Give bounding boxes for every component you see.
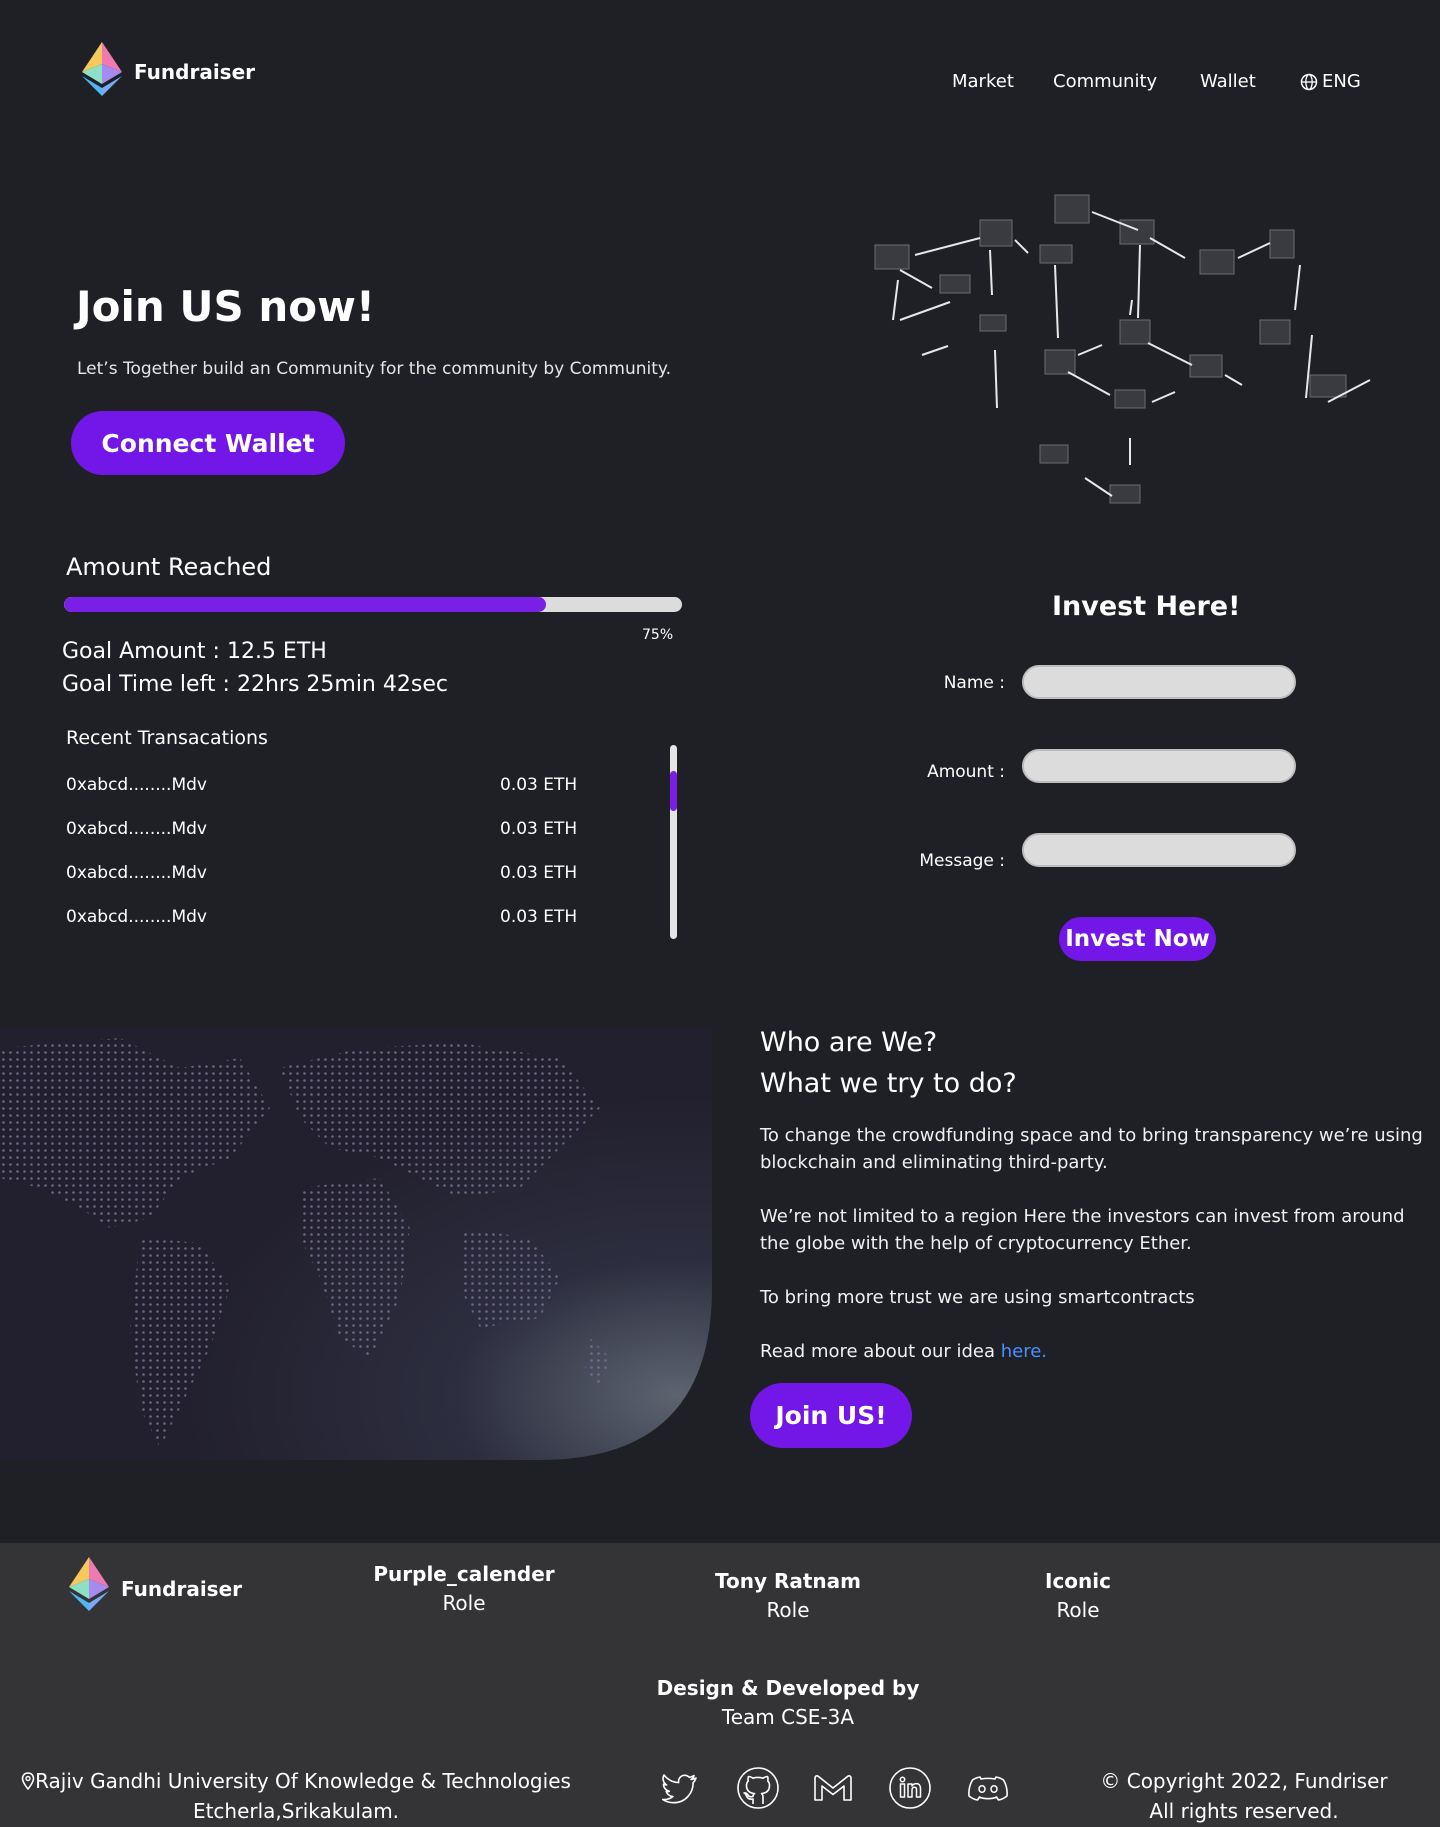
transaction-amount: 0.03 ETH <box>500 907 578 927</box>
transaction-amount: 0.03 ETH <box>500 775 578 795</box>
hero-subtitle: Let’s Together build an Community for th… <box>77 359 671 379</box>
recent-transactions-title: Recent Transacations <box>66 727 268 749</box>
invest-now-button[interactable]: Invest Now <box>1059 917 1216 961</box>
progress-bar <box>64 597 682 612</box>
team-member-name: Iconic <box>1045 1569 1111 1593</box>
blockchain-network-illustration <box>874 194 1371 504</box>
goal-time-left: Goal Time left : 22hrs 25min 42sec <box>62 672 448 697</box>
invest-form-title: Invest Here! <box>1052 591 1241 622</box>
nav-market[interactable]: Market <box>952 71 1014 92</box>
about-paragraph-1: To change the crowdfunding space and to … <box>760 1125 1423 1173</box>
name-input[interactable] <box>1022 665 1296 699</box>
about-heading-what: What we try to do? <box>760 1068 1017 1099</box>
credit-team: Team CSE-3A <box>721 1705 855 1729</box>
transaction-row: 0xabcd........Mdv 0.03 ETH <box>66 907 586 927</box>
transaction-amount: 0.03 ETH <box>500 863 578 883</box>
transaction-address[interactable]: 0xabcd........Mdv <box>66 907 207 927</box>
github-icon[interactable] <box>736 1766 780 1810</box>
amount-label: Amount : <box>927 762 1005 782</box>
address: Rajiv Gandhi University Of Knowledge & T… <box>6 1766 586 1826</box>
transaction-row: 0xabcd........Mdv 0.03 ETH <box>66 863 586 883</box>
copyright: © Copyright 2022, Fundriser All rights r… <box>1050 1766 1438 1826</box>
team-member-role: Role <box>766 1598 810 1622</box>
transaction-amount: 0.03 ETH <box>500 819 578 839</box>
nav-community[interactable]: Community <box>1053 71 1157 92</box>
read-more-link[interactable]: here. <box>1001 1341 1047 1362</box>
ethereum-logo-icon[interactable] <box>65 1555 113 1613</box>
discord-icon[interactable] <box>966 1766 1010 1810</box>
team-member-name: Purple_calender <box>373 1562 555 1586</box>
about-paragraph-2: We’re not limited to a region Here the i… <box>760 1206 1405 1254</box>
nav-wallet[interactable]: Wallet <box>1200 71 1256 92</box>
message-label: Message : <box>919 851 1005 871</box>
transaction-address[interactable]: 0xabcd........Mdv <box>66 863 207 883</box>
ethereum-logo-icon[interactable] <box>78 40 126 98</box>
team-member-role: Role <box>442 1591 486 1615</box>
progress-bar-fill <box>64 597 547 612</box>
footer-brand-name[interactable]: Fundraiser <box>121 1577 242 1601</box>
language-selector[interactable]: ENG <box>1300 71 1361 92</box>
twitter-icon[interactable] <box>658 1766 702 1810</box>
gmail-icon[interactable] <box>811 1766 855 1810</box>
name-label: Name : <box>943 673 1005 693</box>
amount-reached-title: Amount Reached <box>66 553 272 581</box>
read-more-text: Read more about our idea <box>760 1341 1001 1362</box>
copyright-line-2: All rights reserved. <box>1149 1799 1339 1823</box>
about-paragraph-3: To bring more trust we are using smartco… <box>760 1287 1195 1308</box>
language-label: ENG <box>1322 71 1361 92</box>
transaction-row: 0xabcd........Mdv 0.03 ETH <box>66 775 586 795</box>
world-map-illustration <box>0 1028 712 1460</box>
transactions-scrollbar-thumb[interactable] <box>670 771 677 811</box>
location-pin-icon <box>21 1772 35 1791</box>
about-heading-who: Who are We? <box>760 1027 938 1058</box>
address-line-2: Etcherla,Srikakulam. <box>192 1799 400 1823</box>
about-paragraph-4: Read more about our idea here. <box>760 1338 1435 1365</box>
address-line-1: Rajiv Gandhi University Of Knowledge & T… <box>35 1769 571 1793</box>
globe-icon <box>1300 73 1318 90</box>
transaction-address[interactable]: 0xabcd........Mdv <box>66 775 207 795</box>
team-member-name: Tony Ratnam <box>715 1569 861 1593</box>
connect-wallet-button[interactable]: Connect Wallet <box>71 411 345 475</box>
credit-title: Design & Developed by <box>656 1676 920 1700</box>
amount-input[interactable] <box>1022 749 1296 783</box>
copyright-line-1: © Copyright 2022, Fundriser <box>1100 1769 1388 1793</box>
team-member-role: Role <box>1056 1598 1100 1622</box>
join-us-button[interactable]: Join US! <box>750 1383 912 1448</box>
progress-percent: 75% <box>642 627 674 643</box>
goal-amount: Goal Amount : 12.5 ETH <box>62 639 327 664</box>
brand-name[interactable]: Fundraiser <box>134 60 255 84</box>
hero-title: Join US now! <box>76 282 376 331</box>
transaction-address[interactable]: 0xabcd........Mdv <box>66 819 207 839</box>
transaction-row: 0xabcd........Mdv 0.03 ETH <box>66 819 586 839</box>
message-input[interactable] <box>1022 833 1296 867</box>
linkedin-icon[interactable] <box>888 1766 932 1810</box>
